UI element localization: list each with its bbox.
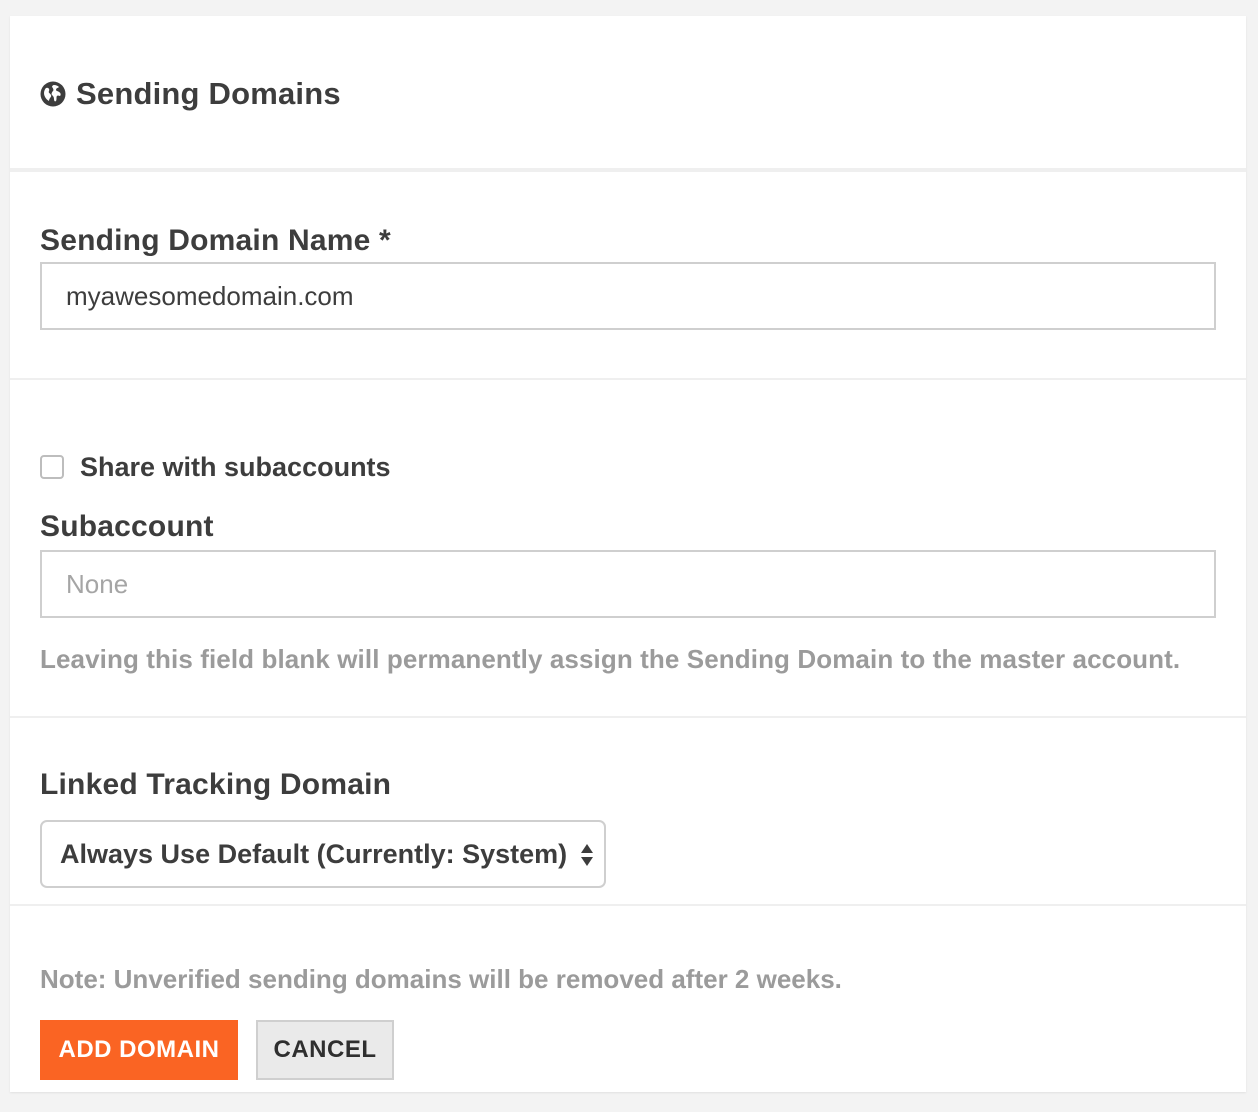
share-with-subaccounts-row[interactable]: Share with subaccounts	[40, 450, 391, 484]
share-with-subaccounts-label[interactable]: Share with subaccounts	[80, 452, 391, 483]
cancel-button[interactable]: CANCEL	[256, 1020, 394, 1080]
tracking-domain-selected-value: Always Use Default (Currently: System)	[60, 838, 568, 869]
page-title: Sending Domains	[76, 76, 341, 111]
globe-icon	[40, 81, 66, 107]
tracking-domain-label: Linked Tracking Domain	[40, 768, 392, 801]
subaccount-section: Share with subaccounts Subaccount Leavin…	[10, 380, 1246, 718]
tracking-domain-section: Linked Tracking Domain Always Use Defaul…	[10, 718, 1246, 906]
header-section: Sending Domains	[10, 16, 1246, 172]
subaccount-help-text: Leaving this field blank will permanentl…	[40, 644, 1181, 674]
subaccount-label: Subaccount	[40, 510, 214, 543]
form-footer: Note: Unverified sending domains will be…	[10, 906, 1246, 1092]
page-title-row: Sending Domains	[40, 74, 341, 114]
domain-name-section: Sending Domain Name *	[10, 172, 1246, 380]
add-domain-button[interactable]: ADD DOMAIN	[40, 1020, 238, 1080]
select-arrows-icon	[581, 844, 593, 866]
unverified-note: Note: Unverified sending domains will be…	[40, 964, 842, 994]
domain-name-input[interactable]	[40, 262, 1216, 330]
domain-name-label: Sending Domain Name *	[40, 224, 391, 257]
subaccount-input[interactable]	[40, 550, 1216, 618]
tracking-domain-select[interactable]: Always Use Default (Currently: System)	[40, 820, 606, 888]
share-with-subaccounts-checkbox[interactable]	[40, 455, 64, 479]
sending-domain-form-card: Sending Domains Sending Domain Name * Sh…	[10, 16, 1246, 1092]
